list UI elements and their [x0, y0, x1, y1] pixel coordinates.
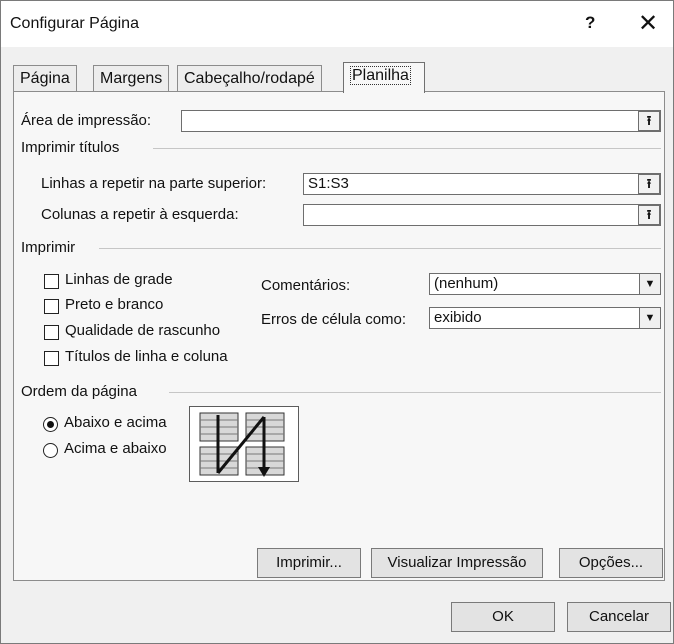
- group-divider: [153, 148, 661, 149]
- collapse-dialog-icon[interactable]: ⭱: [638, 174, 660, 194]
- over-then-down-label: Acima e abaixo: [64, 440, 167, 457]
- rows-to-repeat-input[interactable]: S1:S3: [303, 173, 661, 195]
- gridlines-label: Linhas de grade: [65, 271, 173, 288]
- chevron-down-icon[interactable]: ▼: [639, 274, 660, 294]
- row-col-headings-checkbox[interactable]: [44, 351, 59, 366]
- cols-to-repeat-input[interactable]: [303, 204, 661, 226]
- group-divider: [99, 248, 661, 249]
- tab-planilha-label: Planilha: [350, 66, 411, 85]
- cancel-button[interactable]: Cancelar: [567, 602, 671, 632]
- print-titles-group-label: Imprimir títulos: [21, 139, 120, 156]
- help-button[interactable]: ?: [585, 13, 595, 33]
- dialog-title: Configurar Página: [10, 15, 139, 32]
- ok-button[interactable]: OK: [451, 602, 555, 632]
- print-group-label: Imprimir: [21, 239, 76, 256]
- page-order-group-label: Ordem da página: [21, 383, 137, 400]
- tab-cabecalho-rodape[interactable]: Cabeçalho/rodapé: [177, 65, 322, 91]
- cell-errors-select-value: exibido: [434, 309, 482, 326]
- print-button[interactable]: Imprimir...: [257, 548, 361, 578]
- over-then-down-radio[interactable]: [43, 443, 58, 458]
- cols-to-repeat-label: Colunas a repetir à esquerda:: [41, 206, 239, 223]
- page-order-preview-icon: [189, 406, 299, 482]
- title-bar: Configurar Página ? ✕: [1, 1, 673, 47]
- tab-margens[interactable]: Margens: [93, 65, 170, 91]
- rows-to-repeat-label: Linhas a repetir na parte superior:: [41, 175, 267, 192]
- print-area-input[interactable]: [181, 110, 661, 132]
- tab-pagina[interactable]: Página: [13, 65, 77, 91]
- cell-errors-label: Erros de célula como:: [261, 311, 407, 328]
- collapse-dialog-icon[interactable]: ⭱: [638, 205, 660, 225]
- comments-label: Comentários:: [261, 277, 351, 294]
- options-button[interactable]: Opções...: [559, 548, 663, 578]
- print-area-label: Área de impressão:: [21, 112, 152, 129]
- comments-select-value: (nenhum): [434, 275, 499, 292]
- tab-planilha[interactable]: Planilha: [343, 62, 425, 93]
- gridlines-checkbox[interactable]: [44, 274, 59, 289]
- draft-quality-checkbox[interactable]: [44, 325, 59, 340]
- black-white-label: Preto e branco: [65, 296, 164, 313]
- group-divider: [169, 392, 661, 393]
- chevron-down-icon[interactable]: ▼: [639, 308, 660, 328]
- down-then-over-label: Abaixo e acima: [64, 414, 167, 431]
- comments-select[interactable]: (nenhum) ▼: [429, 273, 661, 295]
- page-setup-dialog: Configurar Página ? ✕ Página Margens Cab…: [0, 0, 674, 644]
- down-then-over-radio[interactable]: [43, 417, 58, 432]
- cell-errors-select[interactable]: exibido ▼: [429, 307, 661, 329]
- row-col-headings-label: Títulos de linha e coluna: [65, 348, 228, 365]
- collapse-dialog-icon[interactable]: ⭱: [638, 111, 660, 131]
- black-white-checkbox[interactable]: [44, 299, 59, 314]
- close-icon[interactable]: ✕: [638, 9, 658, 38]
- draft-quality-label: Qualidade de rascunho: [65, 322, 221, 339]
- print-preview-button[interactable]: Visualizar Impressão: [371, 548, 543, 578]
